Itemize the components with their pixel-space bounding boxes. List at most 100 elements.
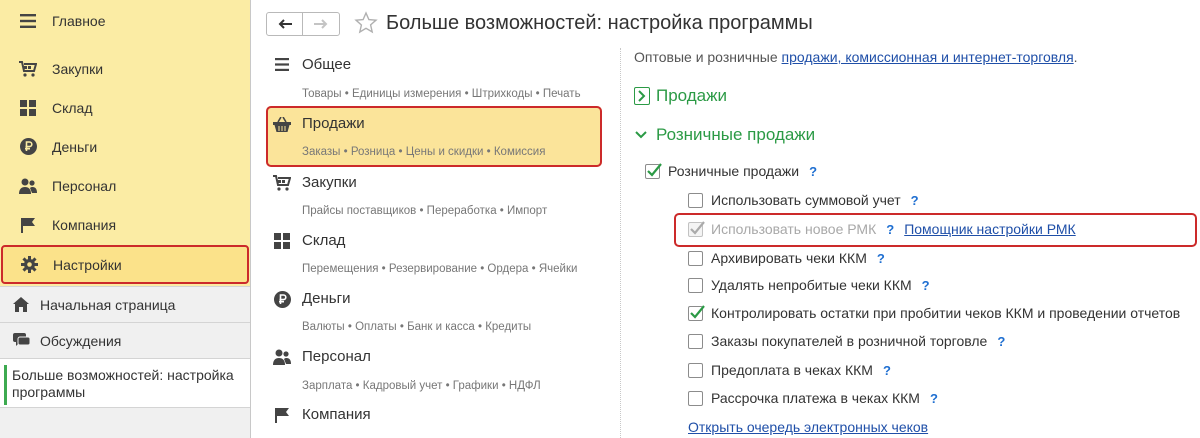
list-icon xyxy=(273,55,291,73)
intro-suffix: . xyxy=(1073,49,1078,65)
retail-sales-option: Розничные продажи ? xyxy=(645,162,817,179)
section-subtitle: Зарплата • Кадровый учет • Графики • НДФ… xyxy=(302,380,541,392)
archive-receipts-checkbox[interactable] xyxy=(688,250,703,266)
section-warehouse[interactable]: Склад Перемещения • Резервирование • Орд… xyxy=(266,226,602,284)
section-name: Компания xyxy=(302,406,371,423)
group-sales-label: Продажи xyxy=(656,86,727,105)
delete-unprinted-checkbox[interactable] xyxy=(688,277,703,293)
option-control-stock: Контролировать остатки при пробитии чеко… xyxy=(688,304,1181,321)
sidebar-item-label: Настройки xyxy=(53,256,122,273)
section-sales[interactable]: Продажи Заказы • Розница • Цены и скидки… xyxy=(266,106,602,167)
section-subtitle: Перемещения • Резервирование • Ордера • … xyxy=(302,263,578,275)
help-icon[interactable]: ? xyxy=(877,251,885,266)
group-retail-label: Розничные продажи xyxy=(656,125,816,144)
option-prepayment: Предоплата в чеках ККМ ? xyxy=(688,362,891,378)
people-icon xyxy=(19,177,37,195)
retail-orders-checkbox[interactable] xyxy=(688,333,703,349)
intro-text: Оптовые и розничные продажи, комиссионна… xyxy=(634,49,1078,65)
option-archive-receipts: Архивировать чеки ККМ ? xyxy=(688,250,885,266)
help-icon[interactable]: ? xyxy=(886,222,894,237)
section-subtitle: Валюты • Оплаты • Банк и касса • Кредиты xyxy=(302,321,532,333)
flag-icon xyxy=(19,216,37,234)
sidebar-item-personnel[interactable]: Персонал xyxy=(0,166,250,205)
help-icon[interactable]: ? xyxy=(883,363,891,378)
section-money[interactable]: Деньги Валюты • Оплаты • Банк и касса • … xyxy=(266,285,602,343)
back-button[interactable] xyxy=(267,13,303,35)
section-company[interactable]: Компания xyxy=(266,401,602,438)
section-name: Общее xyxy=(302,56,352,73)
sidebar-footer xyxy=(0,408,250,438)
menu-icon xyxy=(19,12,37,30)
option-label: Рассрочка платежа в чеках ККМ xyxy=(711,390,920,406)
help-icon[interactable]: ? xyxy=(922,278,930,293)
option-label: Использовать новое РМК xyxy=(711,221,877,237)
help-icon[interactable]: ? xyxy=(911,193,919,208)
option-label: Заказы покупателей в розничной торговле xyxy=(711,333,988,349)
cart-icon xyxy=(19,60,37,78)
sidebar-item-settings[interactable]: Настройки xyxy=(1,245,249,284)
section-general[interactable]: Общее Товары • Единицы измерения • Штрих… xyxy=(266,49,602,107)
ruble-icon xyxy=(273,290,291,308)
chevron-down-icon xyxy=(634,128,648,142)
navigation-buttons xyxy=(266,12,340,36)
section-purchases[interactable]: Закупки Прайсы поставщиков • Переработка… xyxy=(266,168,602,226)
group-sales-header[interactable]: Продажи xyxy=(634,86,727,106)
group-retail-header[interactable]: Розничные продажи xyxy=(634,125,815,145)
discussions-link[interactable]: Обсуждения xyxy=(0,322,250,358)
sidebar-item-company[interactable]: Компания xyxy=(0,205,250,244)
arrow-left-icon xyxy=(278,19,292,29)
sum-accounting-checkbox[interactable] xyxy=(688,192,703,208)
section-subtitle: Товары • Единицы измерения • Штрихкоды •… xyxy=(302,88,581,100)
electronic-receipts-queue-link[interactable]: Открыть очередь электронных чеков xyxy=(688,419,928,435)
option-label: Предоплата в чеках ККМ xyxy=(711,362,873,378)
intro-prefix: Оптовые и розничные xyxy=(634,49,782,65)
help-icon[interactable]: ? xyxy=(809,164,817,179)
installments-checkbox[interactable] xyxy=(688,390,703,406)
option-label: Архивировать чеки ККМ xyxy=(711,250,867,266)
sidebar-item-label: Персонал xyxy=(52,177,117,194)
section-subtitle: Прайсы поставщиков • Переработка • Импор… xyxy=(302,205,548,217)
sales-info-link[interactable]: продажи, комиссионная и интернет-торговл… xyxy=(782,49,1074,65)
open-window-label: Больше возможностей: настройка программы xyxy=(12,367,234,400)
warehouse-icon xyxy=(273,232,291,250)
arrow-right-icon xyxy=(314,19,328,29)
help-icon[interactable]: ? xyxy=(997,334,1005,349)
sidebar-item-money[interactable]: Деньги xyxy=(0,127,250,166)
option-sum-accounting: Использовать суммовой учет ? xyxy=(688,192,919,208)
home-icon xyxy=(12,296,30,314)
new-rmk-checkbox xyxy=(688,220,705,237)
active-window-marker xyxy=(4,365,7,405)
chevron-right-icon xyxy=(634,87,650,105)
help-icon[interactable]: ? xyxy=(930,391,938,406)
section-name: Склад xyxy=(302,232,346,249)
section-name: Персонал xyxy=(302,348,371,365)
sidebar-item-label: Склад xyxy=(52,99,93,116)
flag-icon xyxy=(273,406,291,424)
basket-icon xyxy=(273,115,291,133)
option-delete-unprinted: Удалять непробитые чеки ККМ ? xyxy=(688,277,930,293)
option-label: Использовать суммовой учет xyxy=(711,192,901,208)
home-page-link[interactable]: Начальная страница xyxy=(0,286,250,322)
home-page-label: Начальная страница xyxy=(40,296,176,313)
section-personnel[interactable]: Персонал Зарплата • Кадровый учет • Граф… xyxy=(266,343,602,401)
sidebar-item-main[interactable]: Главное xyxy=(0,1,250,40)
cart-icon xyxy=(273,174,291,192)
sidebar-item-label: Закупки xyxy=(52,60,104,77)
checkmark-icon xyxy=(690,304,705,319)
option-label: Контролировать остатки при пробитии чеко… xyxy=(711,305,1181,321)
section-subtitle: Заказы • Розница • Цены и скидки • Комис… xyxy=(302,146,546,158)
panel-divider xyxy=(620,48,621,438)
section-name: Деньги xyxy=(302,290,351,307)
forward-button[interactable] xyxy=(303,13,339,35)
favorite-star-icon[interactable] xyxy=(354,11,378,35)
prepayment-checkbox[interactable] xyxy=(688,362,703,378)
option-new-rmk: Использовать новое РМК ? Помощник настро… xyxy=(688,220,1076,237)
sidebar-item-warehouse[interactable]: Склад xyxy=(0,88,250,127)
control-stock-checkbox[interactable] xyxy=(688,304,705,321)
retail-sales-checkbox[interactable] xyxy=(645,162,662,179)
sidebar-item-purchases[interactable]: Закупки xyxy=(0,49,250,88)
open-window-tab[interactable]: Больше возможностей: настройка программы xyxy=(0,358,250,408)
rmk-setup-wizard-link[interactable]: Помощник настройки РМК xyxy=(904,221,1076,237)
sidebar-item-label: Компания xyxy=(52,216,117,233)
checkmark-icon xyxy=(647,162,662,177)
